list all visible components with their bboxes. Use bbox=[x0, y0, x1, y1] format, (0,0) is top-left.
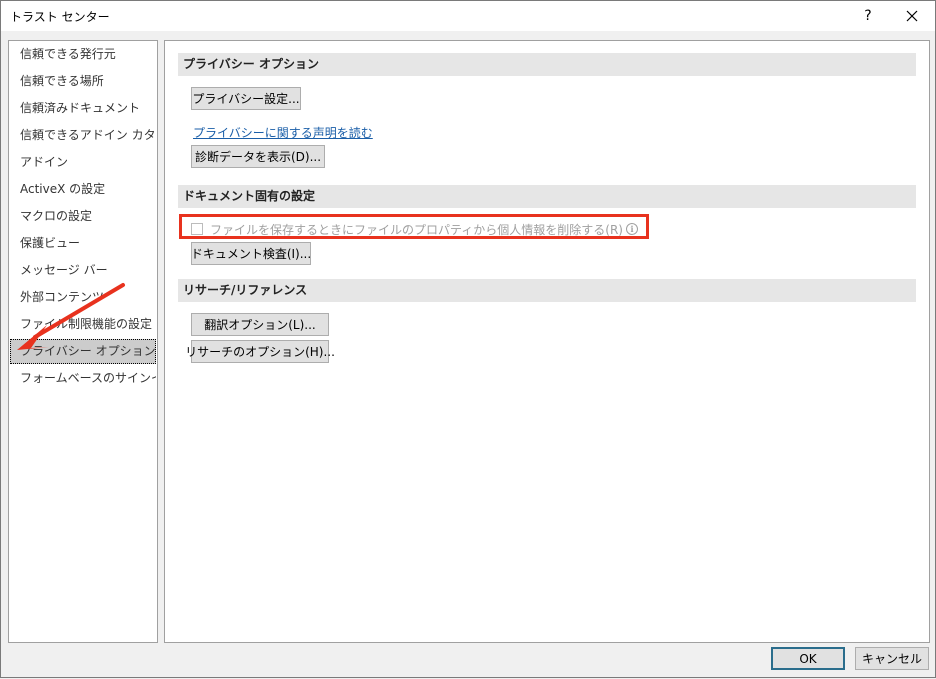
privacy-statement-link[interactable]: プライバシーに関する声明を読む bbox=[193, 124, 373, 141]
sidebar-item-trusted-documents[interactable]: 信頼済みドキュメント bbox=[10, 96, 156, 121]
settings-panel: プライバシー オプション プライバシー設定... プライバシーに関する声明を読む… bbox=[164, 40, 930, 643]
title-bar: トラスト センター ? bbox=[1, 1, 935, 31]
help-button[interactable]: ? bbox=[846, 1, 890, 31]
research-options-button[interactable]: リサーチのオプション(H)... bbox=[185, 340, 335, 363]
sidebar-item-file-block-settings[interactable]: ファイル制限機能の設定 bbox=[10, 312, 156, 337]
document-settings-header: ドキュメント固有の設定 bbox=[178, 185, 916, 208]
highlight-annotation bbox=[179, 214, 649, 239]
sidebar-item-trusted-publishers[interactable]: 信頼できる発行元 bbox=[10, 42, 156, 67]
trust-center-dialog: トラスト センター ? 信頼できる発行元 信頼できる場所 信頼済みドキュメント … bbox=[0, 0, 936, 678]
sidebar-item-addins[interactable]: アドイン bbox=[10, 150, 156, 175]
sidebar-item-trusted-locations[interactable]: 信頼できる場所 bbox=[10, 69, 156, 94]
research-reference-header: リサーチ/リファレンス bbox=[178, 279, 916, 302]
sidebar-item-form-based-signin[interactable]: フォームベースのサインイン bbox=[10, 366, 156, 391]
inspect-document-button[interactable]: ドキュメント検査(I)... bbox=[191, 242, 311, 265]
sidebar-item-privacy-options[interactable]: プライバシー オプション bbox=[10, 339, 156, 364]
dialog-title: トラスト センター bbox=[10, 10, 110, 24]
cancel-button[interactable]: キャンセル bbox=[855, 647, 929, 670]
ok-button[interactable]: OK bbox=[771, 647, 845, 670]
close-icon bbox=[906, 10, 918, 22]
sidebar-item-macro-settings[interactable]: マクロの設定 bbox=[10, 204, 156, 229]
show-diagnostic-data-button[interactable]: 診断データを表示(D)... bbox=[191, 145, 325, 168]
category-sidebar: 信頼できる発行元 信頼できる場所 信頼済みドキュメント 信頼できるアドイン カタ… bbox=[8, 40, 158, 643]
sidebar-item-message-bar[interactable]: メッセージ バー bbox=[10, 258, 156, 283]
translation-options-button[interactable]: 翻訳オプション(L)... bbox=[191, 313, 329, 336]
sidebar-item-activex-settings[interactable]: ActiveX の設定 bbox=[10, 177, 156, 202]
help-icon: ? bbox=[864, 8, 872, 24]
sidebar-item-trusted-addin-catalogs[interactable]: 信頼できるアドイン カタログ bbox=[10, 123, 156, 148]
close-button[interactable] bbox=[890, 1, 934, 31]
privacy-settings-button[interactable]: プライバシー設定... bbox=[191, 87, 301, 110]
privacy-options-header: プライバシー オプション bbox=[178, 53, 916, 76]
sidebar-item-external-content[interactable]: 外部コンテンツ bbox=[10, 285, 156, 310]
sidebar-item-protected-view[interactable]: 保護ビュー bbox=[10, 231, 156, 256]
